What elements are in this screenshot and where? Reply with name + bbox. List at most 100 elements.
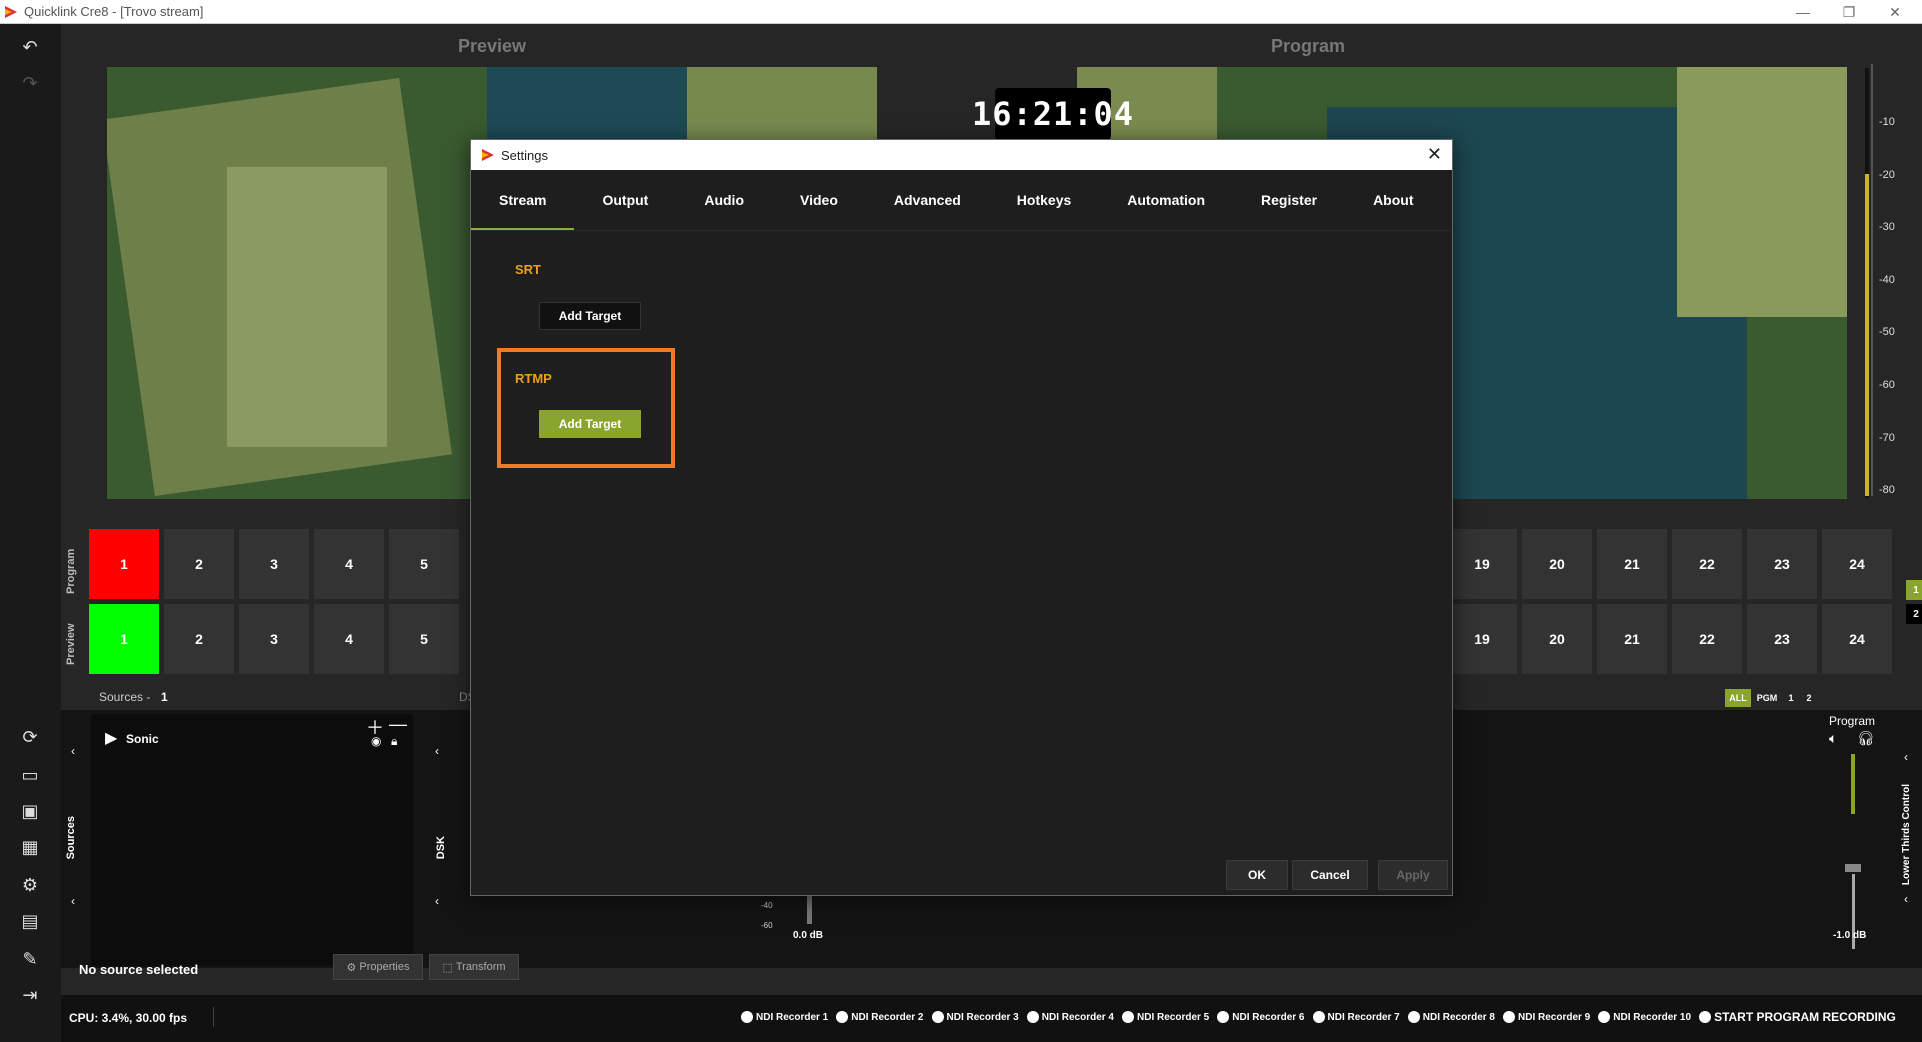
record-dot-icon (1312, 1011, 1325, 1023)
preview-source-cell[interactable]: 22 (1672, 604, 1742, 674)
dialog-close-icon[interactable]: ✕ (1427, 144, 1442, 165)
play-icon[interactable]: ▶ (105, 728, 117, 748)
transform-button[interactable]: ⬚ Transform (429, 954, 519, 980)
preview-source-cell[interactable]: 3 (239, 604, 309, 674)
filter-pgm[interactable]: PGM (1753, 689, 1781, 707)
left-toolbar: ↶ ↷ ⟳ ▭ ▣ ▦ ⚙ ▤ ✎ ⇥ (0, 24, 61, 1042)
ndi-recorder-toggle[interactable]: NDI Recorder 7 (1312, 1011, 1400, 1023)
close-window-button[interactable]: ✕ (1872, 0, 1918, 24)
exit-icon[interactable]: ⇥ (17, 982, 43, 1008)
preview-source-cell[interactable]: 2 (164, 604, 234, 674)
program-source-cell[interactable]: 24 (1822, 529, 1892, 599)
filter-1[interactable]: 1 (1783, 689, 1799, 707)
remove-source-icon[interactable]: — (389, 714, 407, 735)
speaker-icon[interactable]: 🔈︎ (1829, 730, 1837, 747)
program-source-cell[interactable]: 23 (1747, 529, 1817, 599)
program-source-cell[interactable]: 21 (1597, 529, 1667, 599)
program-source-cell[interactable]: 5 (389, 529, 459, 599)
tab-about[interactable]: About (1345, 170, 1441, 230)
record-dot-icon (836, 1011, 849, 1023)
program-source-cell[interactable]: 20 (1522, 529, 1592, 599)
program-db-readout: -1.0 dB (1833, 930, 1867, 941)
ndi-recorder-list: NDI Recorder 1 NDI Recorder 2 NDI Recorder… (741, 1010, 1904, 1024)
gear-icon[interactable]: ⚙ (17, 872, 43, 898)
vu-tick-label: -20 (1879, 168, 1895, 181)
vu-tick-label: -60 (1879, 379, 1895, 391)
ndi-recorder-toggle[interactable]: NDI Recorder 4 (1026, 1011, 1114, 1023)
lower-thirds-expand-icon[interactable]: ‹ (1904, 892, 1908, 906)
lower-thirds-collapse-icon[interactable]: ‹ (1904, 750, 1908, 764)
program-source-cell[interactable]: 1 (89, 529, 159, 599)
left-fader[interactable] (807, 894, 812, 924)
start-program-recording-button[interactable]: START PROGRAM RECORDING (1699, 1010, 1896, 1024)
preview-source-cell[interactable]: 19 (1447, 604, 1517, 674)
ndi-recorder-toggle[interactable]: NDI Recorder 2 (836, 1011, 924, 1023)
minimize-button[interactable]: — (1780, 0, 1826, 24)
vu-tick-label: -10 (1879, 116, 1895, 128)
status-divider (213, 1007, 214, 1027)
rtmp-section-label: RTMP (515, 371, 552, 386)
tab-audio[interactable]: Audio (676, 170, 772, 230)
filter-all[interactable]: ALL (1725, 689, 1751, 707)
visibility-eye-icon[interactable]: ◉ (371, 734, 381, 748)
headphones-icon[interactable]: 🎧︎ (1857, 730, 1875, 747)
ndi-recorder-toggle[interactable]: NDI Recorder 3 (931, 1011, 1019, 1023)
rtmp-add-target-button[interactable]: Add Target (539, 410, 641, 438)
tab-hotkeys[interactable]: Hotkeys (989, 170, 1099, 230)
srt-add-target-button[interactable]: Add Target (539, 302, 641, 330)
preview-source-cell[interactable]: 5 (389, 604, 459, 674)
tab-register[interactable]: Register (1233, 170, 1345, 230)
restore-button[interactable]: ❐ (1826, 0, 1872, 24)
ndi-recorder-toggle[interactable]: NDI Recorder 1 (741, 1011, 828, 1023)
tab-output[interactable]: Output (574, 170, 676, 230)
layout-grid-icon[interactable]: ▦ (17, 834, 43, 860)
tab-video[interactable]: Video (772, 170, 866, 230)
collapse-sources-icon[interactable]: ‹ (71, 744, 75, 758)
ndi-recorder-toggle[interactable]: NDI Recorder 9 (1503, 1011, 1590, 1023)
ndi-recorder-toggle[interactable]: NDI Recorder 6 (1217, 1011, 1305, 1023)
redo-icon[interactable]: ↷ (17, 70, 43, 96)
refresh-icon[interactable]: ⟳ (17, 724, 43, 750)
lock-icon[interactable]: 🔒︎ (391, 734, 397, 749)
ok-button[interactable]: OK (1226, 860, 1288, 890)
cancel-button[interactable]: Cancel (1292, 860, 1368, 890)
ndi-recorder-toggle[interactable]: NDI Recorder 5 (1122, 1011, 1209, 1023)
display-settings-icon[interactable]: ▣ (17, 798, 43, 824)
page-indicator-2[interactable]: 2 (1906, 604, 1922, 624)
left-db-readout: 0.0 dB (793, 930, 824, 941)
folder-icon[interactable]: ▤ (17, 908, 43, 934)
program-source-cell[interactable]: 19 (1447, 529, 1517, 599)
vu-tick-label: -30 (1879, 221, 1895, 234)
preview-source-cell[interactable]: 23 (1747, 604, 1817, 674)
program-source-cell[interactable]: 4 (314, 529, 384, 599)
program-source-cell[interactable]: 2 (164, 529, 234, 599)
tab-stream[interactable]: Stream (471, 170, 575, 230)
source-item-sonic[interactable]: Sonic (126, 732, 159, 746)
ndi-recorder-toggle[interactable]: NDI Recorder 8 (1407, 1011, 1495, 1023)
preview-source-cell[interactable]: 24 (1822, 604, 1892, 674)
preview-source-cell[interactable]: 20 (1522, 604, 1592, 674)
ndi-recorder-label: NDI Recorder 2 (851, 1011, 924, 1023)
collapse-dsk-icon[interactable]: ‹ (435, 744, 439, 758)
program-fader-handle[interactable] (1845, 864, 1861, 872)
record-dot-icon (741, 1011, 753, 1023)
tab-advanced[interactable]: Advanced (866, 170, 989, 230)
settings-tabs: Stream Output Audio Video Advanced Hotkeys Aut… (471, 170, 1452, 231)
properties-button[interactable]: ⚙ Properties (333, 954, 423, 980)
undo-icon[interactable]: ↶ (17, 34, 43, 60)
preview-source-cell[interactable]: 4 (314, 604, 384, 674)
apply-button[interactable]: Apply (1378, 860, 1448, 890)
ndi-recorder-toggle[interactable]: NDI Recorder 10 (1598, 1011, 1691, 1023)
page-indicator-1[interactable]: 1 (1906, 580, 1922, 600)
tools-icon[interactable]: ✎ (17, 946, 43, 972)
preview-source-cell[interactable]: 1 (89, 604, 159, 674)
filter-2[interactable]: 2 (1801, 689, 1817, 707)
program-source-cell[interactable]: 22 (1672, 529, 1742, 599)
expand-dsk-icon[interactable]: ‹ (435, 894, 439, 908)
monitor-icon[interactable]: ▭ (17, 762, 43, 788)
tab-automation[interactable]: Automation (1099, 170, 1233, 230)
preview-source-cell[interactable]: 21 (1597, 604, 1667, 674)
expand-sources-icon[interactable]: ‹ (71, 894, 75, 908)
program-source-cell[interactable]: 3 (239, 529, 309, 599)
lower-thirds-label[interactable]: Lower Thirds Control (1901, 784, 1912, 885)
